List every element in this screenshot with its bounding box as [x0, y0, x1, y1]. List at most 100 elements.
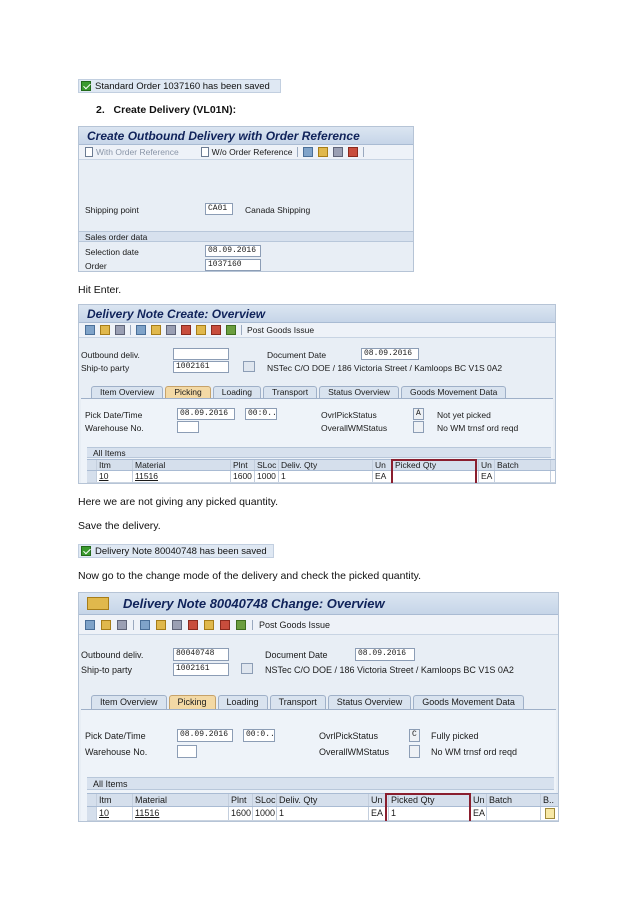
pick-time-field[interactable]: 00:0..	[245, 408, 277, 420]
col-un2[interactable]: Un	[471, 794, 487, 806]
table-row[interactable]: 10 11516 1600 1000 1 EA 1 EA	[87, 807, 558, 821]
wo-order-reference-button[interactable]: W/o Order Reference	[200, 147, 292, 157]
col-material[interactable]: Material	[133, 794, 229, 806]
col-sloc[interactable]: SLoc	[255, 460, 279, 470]
picked-qty-highlight	[391, 459, 477, 483]
cell-b[interactable]	[541, 807, 558, 820]
cell-un2[interactable]: EA	[479, 471, 495, 482]
display-change-icon[interactable]	[85, 619, 95, 630]
cell-sloc[interactable]: 1000	[253, 807, 277, 820]
post-goods-issue-button[interactable]: Post Goods Issue	[247, 325, 314, 335]
col-deliv-qty[interactable]: Deliv. Qty	[277, 794, 369, 806]
pick-time-field[interactable]: 00:0..	[243, 729, 275, 742]
conditions-icon[interactable]	[220, 619, 230, 630]
overall-wm-status-text: No WM trnsf ord reqd	[437, 423, 519, 433]
tab-item-overview[interactable]: Item Overview	[91, 386, 164, 398]
create-icon[interactable]	[101, 619, 111, 630]
tab-transport[interactable]: Transport	[269, 695, 326, 709]
col-plnt[interactable]: Plnt	[229, 794, 253, 806]
address-icon[interactable]	[243, 361, 255, 372]
cell-itm[interactable]: 10	[97, 471, 133, 482]
overall-pick-status-label: OvrlPickStatus	[321, 410, 377, 420]
table-row[interactable]: 10 11516 1600 1000 1 EA EA	[87, 471, 555, 483]
pick-date-field[interactable]: 08.09.2016	[177, 408, 235, 420]
tab-status-overview[interactable]: Status Overview	[327, 695, 412, 709]
copy-icon[interactable]	[303, 147, 314, 157]
cell-deliv-qty[interactable]: 1	[277, 807, 369, 820]
document-date-field[interactable]: 08.09.2016	[355, 648, 415, 661]
address-icon[interactable]	[241, 663, 253, 674]
display-change-icon[interactable]	[85, 325, 95, 335]
selection-date-field[interactable]: 08.09.2016	[205, 245, 261, 257]
print-icon[interactable]	[172, 619, 182, 630]
conditions-icon[interactable]	[211, 325, 221, 335]
cell-un[interactable]: EA	[373, 471, 393, 482]
output-icon[interactable]	[188, 619, 198, 630]
col-batch[interactable]: Batch	[487, 794, 541, 806]
tab-loading[interactable]: Loading	[212, 386, 261, 398]
delete-icon[interactable]	[117, 619, 127, 630]
cell-batch[interactable]	[495, 471, 551, 482]
outbound-delivery-field[interactable]: 80040748	[173, 648, 229, 661]
delete-icon[interactable]	[115, 325, 125, 335]
warehouse-icon[interactable]	[236, 619, 246, 630]
texts-icon[interactable]	[204, 619, 214, 630]
col-itm[interactable]: Itm	[97, 794, 133, 806]
with-order-reference-button[interactable]: With Order Reference	[85, 147, 179, 157]
tab-loading[interactable]: Loading	[217, 695, 268, 709]
output-icon[interactable]	[348, 147, 359, 157]
texts-icon[interactable]	[196, 325, 206, 335]
tab-goods-movement-data[interactable]: Goods Movement Data	[400, 386, 507, 398]
row-selector[interactable]	[87, 807, 97, 820]
output-icon[interactable]	[181, 325, 191, 335]
cell-material[interactable]: 11516	[133, 471, 231, 482]
warehouse-number-field[interactable]	[177, 745, 197, 758]
create-icon[interactable]	[100, 325, 110, 335]
outbound-delivery-field[interactable]	[173, 348, 229, 360]
col-deliv-qty[interactable]: Deliv. Qty	[279, 460, 373, 470]
col-sloc[interactable]: SLoc	[253, 794, 277, 806]
col-un[interactable]: Un	[373, 460, 393, 470]
document-date-field[interactable]: 08.09.2016	[361, 348, 419, 360]
tab-goods-movement-data[interactable]: Goods Movement Data	[413, 695, 524, 709]
cell-un2[interactable]: EA	[471, 807, 487, 820]
overall-pick-status-text: Not yet picked	[437, 410, 491, 420]
col-b[interactable]: B..	[541, 794, 558, 806]
menu-icon[interactable]	[87, 597, 109, 610]
tab-transport[interactable]: Transport	[263, 386, 318, 398]
cell-material[interactable]: 11516	[133, 807, 229, 820]
partner-icon[interactable]	[156, 619, 166, 630]
input-help-icon[interactable]	[545, 808, 555, 819]
copy-icon[interactable]	[140, 619, 150, 630]
partner-icon[interactable]	[151, 325, 161, 335]
ship-to-party-field[interactable]: 1002161	[173, 663, 229, 676]
partner-icon[interactable]	[318, 147, 329, 157]
row-selector[interactable]	[87, 471, 97, 482]
print-icon[interactable]	[166, 325, 176, 335]
warehouse-number-field[interactable]	[177, 421, 199, 433]
col-batch[interactable]: Batch	[495, 460, 551, 470]
order-field[interactable]: 1037160	[205, 259, 261, 271]
col-plnt[interactable]: Plnt	[231, 460, 255, 470]
warehouse-icon[interactable]	[226, 325, 236, 335]
post-goods-issue-button[interactable]: Post Goods Issue	[259, 620, 330, 630]
warehouse-number-label: Warehouse No.	[85, 747, 148, 757]
shipping-point-field[interactable]: CA01	[205, 203, 233, 215]
tab-item-overview[interactable]: Item Overview	[91, 695, 167, 709]
cell-itm[interactable]: 10	[97, 807, 133, 820]
cell-deliv-qty[interactable]: 1	[279, 471, 373, 482]
cell-plnt[interactable]: 1600	[231, 471, 255, 482]
print-icon[interactable]	[333, 147, 344, 157]
tab-picking[interactable]: Picking	[168, 695, 216, 709]
pick-date-field[interactable]: 08.09.2016	[177, 729, 233, 742]
col-un2[interactable]: Un	[479, 460, 495, 470]
tab-status-overview[interactable]: Status Overview	[319, 386, 399, 398]
cell-plnt[interactable]: 1600	[229, 807, 253, 820]
cell-sloc[interactable]: 1000	[255, 471, 279, 482]
copy-icon[interactable]	[136, 325, 146, 335]
ship-to-party-field[interactable]: 1002161	[173, 361, 229, 373]
col-material[interactable]: Material	[133, 460, 231, 470]
tab-picking[interactable]: Picking	[165, 386, 211, 398]
cell-batch[interactable]	[487, 807, 541, 820]
col-itm[interactable]: Itm	[97, 460, 133, 470]
